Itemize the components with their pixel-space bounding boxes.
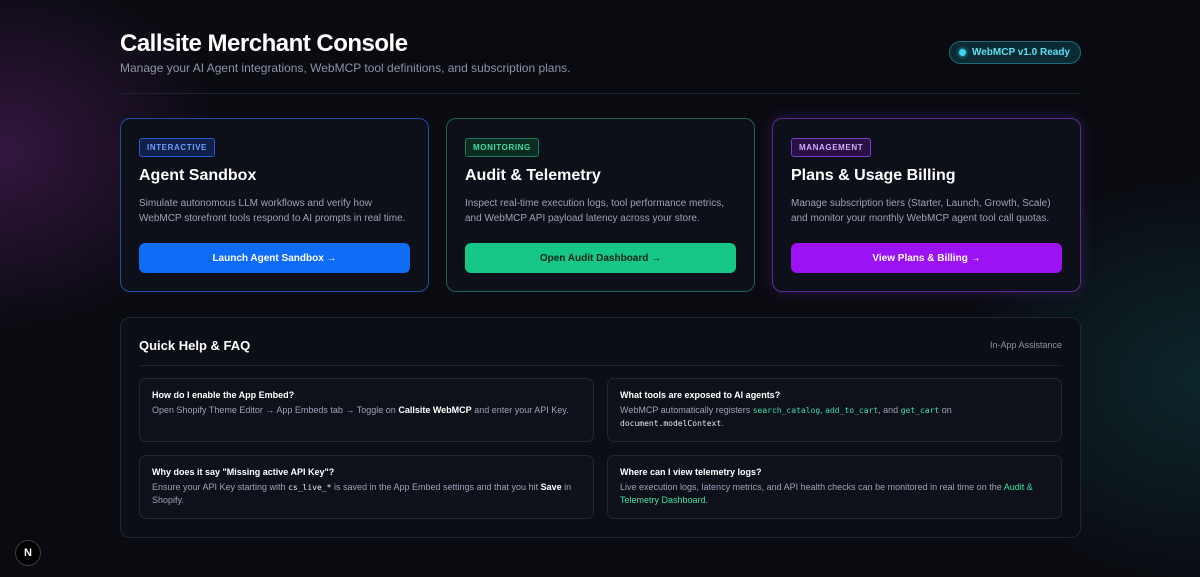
card-title: Agent Sandbox: [139, 167, 257, 184]
launch-agent-sandbox-button[interactable]: Launch Agent Sandbox →: [139, 243, 410, 273]
card-tag: MONITORING: [465, 138, 539, 157]
feature-cards: INTERACTIVE Agent Sandbox Simulate auton…: [120, 118, 1081, 292]
faq-question: Where can I view telemetry logs?: [620, 467, 762, 477]
faq-answer: Live execution logs, latency metrics, an…: [620, 481, 1049, 507]
answer-code: document.modelContext: [620, 419, 722, 428]
answer-text: Open Shopify Theme Editor → App Embeds t…: [152, 405, 399, 415]
page-header: Callsite Merchant Console Manage your AI…: [120, 30, 1081, 94]
card-tag: INTERACTIVE: [139, 138, 215, 157]
answer-code: get_cart: [900, 406, 940, 415]
status-dot-icon: [958, 49, 966, 56]
card-agent-sandbox: INTERACTIVE Agent Sandbox Simulate auton…: [120, 118, 429, 292]
faq-answer: Ensure your API Key starting with cs_liv…: [152, 481, 581, 507]
answer-text: Ensure your API Key starting with: [152, 482, 289, 492]
card-title: Plans & Usage Billing: [791, 167, 956, 184]
answer-bold: Callsite WebMCP: [398, 405, 472, 415]
answer-text: is saved in the App Embed settings and t…: [331, 482, 541, 492]
page-subtitle: Manage your AI Agent integrations, WebMC…: [120, 61, 571, 75]
answer-text: and enter your API Key.: [471, 405, 569, 415]
faq-question: What tools are exposed to AI agents?: [620, 390, 781, 400]
faq-panel: Quick Help & FAQ In-App Assistance How d…: [120, 317, 1081, 538]
answer-code: add_to_cart: [825, 406, 879, 415]
view-plans-billing-button[interactable]: View Plans & Billing →: [791, 243, 1062, 273]
card-tag: MANAGEMENT: [791, 138, 872, 157]
status-badge-label: WebMCP v1.0 Ready: [971, 47, 1070, 58]
card-description: Inspect real-time execution logs, tool p…: [465, 198, 724, 224]
faq-question: How do I enable the App Embed?: [152, 390, 295, 400]
card-description: Simulate autonomous LLM workflows and ve…: [139, 198, 406, 224]
card-plans-billing: MANAGEMENT Plans & Usage Billing Manage …: [772, 118, 1081, 292]
faq-title: Quick Help & FAQ: [139, 338, 251, 353]
answer-text: .: [721, 418, 724, 428]
faq-divider: [139, 365, 1062, 366]
header-divider: [120, 93, 1081, 94]
faq-answer: Open Shopify Theme Editor → App Embeds t…: [152, 404, 581, 417]
answer-text: , and: [878, 405, 901, 415]
answer-code: search_catalog: [752, 406, 821, 415]
card-title: Audit & Telemetry: [465, 167, 601, 184]
faq-item: Why does it say "Missing active API Key"…: [139, 455, 594, 519]
faq-aside-label: In-App Assistance: [989, 340, 1062, 350]
answer-text: WebMCP automatically registers: [620, 405, 753, 415]
answer-text: on: [939, 405, 952, 415]
answer-bold: Save: [540, 482, 562, 492]
page-title: Callsite Merchant Console: [120, 30, 408, 57]
faq-item: Where can I view telemetry logs? Live ex…: [607, 455, 1062, 519]
faq-answer: WebMCP automatically registers search_ca…: [620, 404, 1049, 430]
faq-item: What tools are exposed to AI agents? Web…: [607, 378, 1062, 442]
answer-text: Live execution logs, latency metrics, an…: [620, 482, 1004, 492]
card-description: Manage subscription tiers (Starter, Laun…: [791, 198, 1051, 224]
answer-code: cs_live_*: [288, 483, 332, 492]
nextjs-dev-badge[interactable]: N: [15, 540, 41, 566]
open-audit-dashboard-button[interactable]: Open Audit Dashboard →: [465, 243, 736, 273]
faq-item: How do I enable the App Embed? Open Shop…: [139, 378, 594, 442]
card-audit-telemetry: MONITORING Audit & Telemetry Inspect rea…: [446, 118, 755, 292]
faq-question: Why does it say "Missing active API Key"…: [152, 467, 335, 477]
status-badge: WebMCP v1.0 Ready: [948, 41, 1081, 64]
answer-text: .: [705, 495, 709, 505]
